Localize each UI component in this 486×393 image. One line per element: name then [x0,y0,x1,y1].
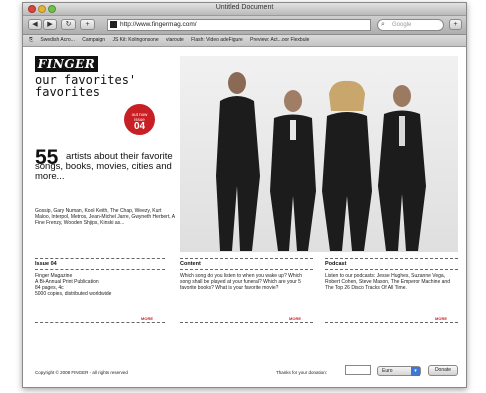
chevron-down-icon: ▾ [411,367,420,376]
search-icon: ⌕ [381,21,385,28]
column-text-podcast: Listen to our podcasts: Jesse Hughes, Su… [325,273,450,291]
back-button[interactable]: ◀ [28,19,42,30]
divider [180,322,313,323]
more-link-issue[interactable]: MORE [141,316,153,321]
browser-toolbar: ◀ ▶ ↻ + http://www.fingermag.com/ ⌕ Goog… [23,16,466,35]
site-tagline: our favorites' favorites [35,73,137,99]
column-title-content: Content [180,261,201,267]
divider [325,258,458,259]
donation-label: Thanks for your donation: [276,370,328,375]
search-placeholder: Google [392,22,412,28]
copyright-text: Copyright © 2008 FINGER - all rights res… [35,370,128,375]
donation-amount-input[interactable] [345,365,371,375]
divider [180,269,313,270]
currency-select[interactable]: Euro ▾ [377,366,421,376]
divider [35,269,165,270]
issue-badge[interactable]: out now issue 04 [124,104,155,135]
window-title: Untitled Document [215,4,274,11]
bookmarks-book-icon[interactable]: ⎘ [29,37,33,43]
divider [325,269,458,270]
search-input[interactable]: ⌕ Google [377,19,444,31]
bookmark-item[interactable]: Campaign [82,37,105,43]
url-text: http://www.fingermag.com/ [120,21,197,28]
more-link-podcast[interactable]: MORE [435,316,447,321]
url-field[interactable]: http://www.fingermag.com/ [107,19,371,31]
bookmark-item[interactable]: Preview: Act...oor Flexbule [250,37,309,43]
browser-window: Untitled Document ◀ ▶ ↻ + http://www.fin… [22,2,467,388]
bookmark-item[interactable]: Swedish Acro... [40,37,74,43]
column-text-issue: Finger Magazine A Bi-Annual Print Public… [35,273,112,297]
bookmark-toggle-button[interactable]: + [449,19,462,30]
web-page: FINGER our favorites' favorites out now … [23,47,466,387]
favicon-icon [110,21,117,28]
bookmark-item[interactable]: viaroute [166,37,184,43]
forward-button[interactable]: ▶ [43,19,57,30]
bookmark-item[interactable]: Flash: Video adeFigure [191,37,243,43]
column-title-issue: Issue 04 [35,261,57,267]
finger-logo[interactable]: FINGER [35,56,98,72]
add-bookmark-button[interactable]: + [80,19,95,30]
bookmarks-bar: ⎘ Swedish Acro... Campaign JS Kit: Kolin… [23,35,466,47]
divider [325,322,458,323]
divider [35,322,165,323]
intro-headline: artists about their favorite songs, book… [35,151,173,182]
reload-button[interactable]: ↻ [61,19,76,30]
currency-value: Euro [382,368,393,374]
column-text-content: Which song do you listen to when you wak… [180,273,303,291]
band-photo-image [216,72,426,251]
badge-number: 04 [133,121,146,132]
divider [35,258,165,259]
artist-names: Gossip, Gary Numan, Kool Keith, The Chap… [35,208,175,226]
column-title-podcast: Podcast [325,261,347,267]
donate-button[interactable]: Donate [428,365,458,376]
divider [180,258,313,259]
more-link-content[interactable]: MORE [289,316,301,321]
title-bar: Untitled Document [23,3,466,16]
band-photo [180,56,458,252]
bookmark-item[interactable]: JS Kit: Kolingonsone [112,37,158,43]
